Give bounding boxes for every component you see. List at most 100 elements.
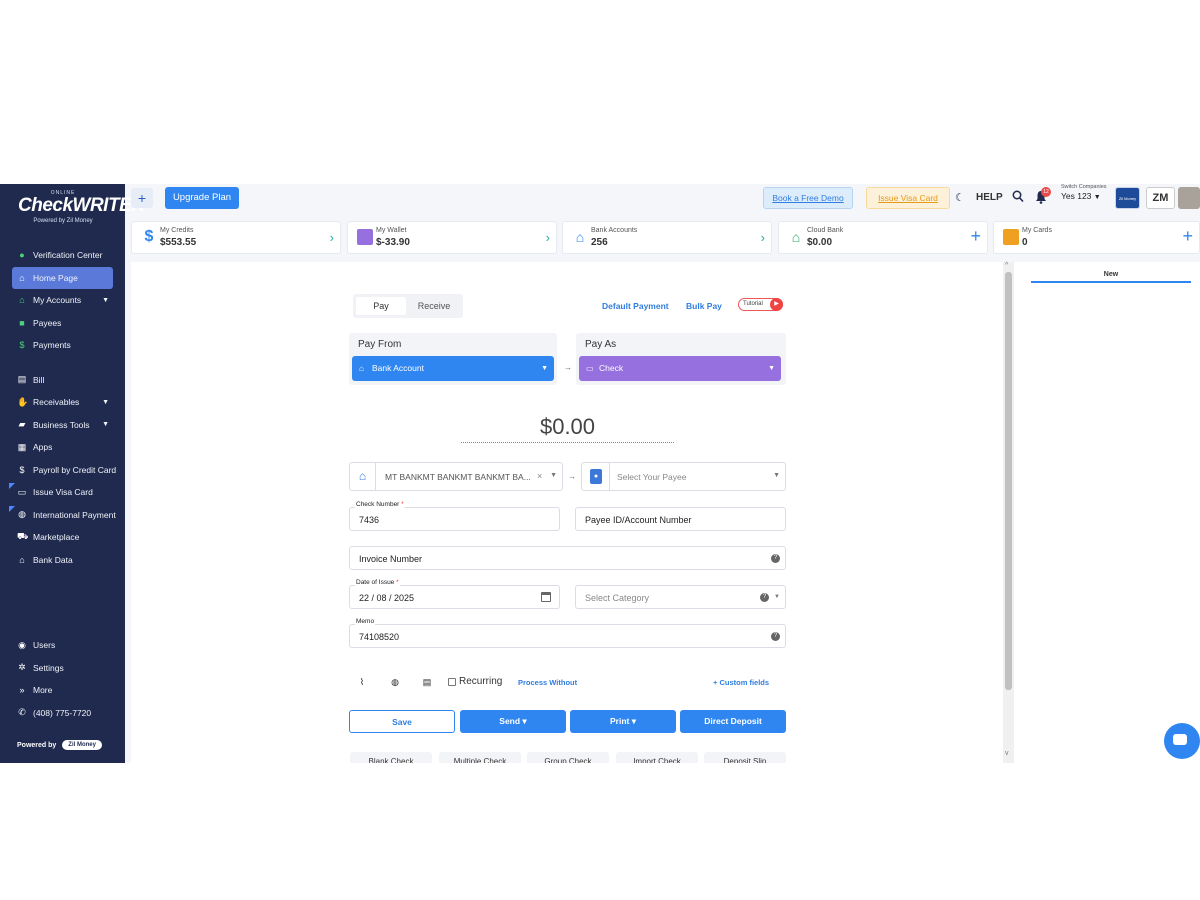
book-demo-button[interactable]: Book a Free Demo [763,187,853,209]
scroll-up-icon[interactable]: ^ [1005,262,1008,269]
scroll-down-icon[interactable]: v [1005,750,1009,757]
briefcase-icon: ▰ [18,419,26,430]
default-payment-link[interactable]: Default Payment [602,301,669,311]
scrollbar-thumb[interactable] [1005,272,1012,690]
sidebar-item-bank-data[interactable]: ⌂ Bank Data [0,549,125,572]
sidebar-item-my-accounts[interactable]: ⌂ My Accounts ▼ [0,289,125,312]
caret-down-icon: ▼ [774,594,780,600]
sidebar-item-users[interactable]: ◉ Users [0,634,125,657]
attachment-icon[interactable]: ⌇ [351,671,373,693]
sidebar-item-more[interactable]: » More [0,679,125,702]
chat-button[interactable] [1164,723,1200,759]
category-select[interactable]: Select Category ? ▼ [575,585,786,609]
chevron-right-icon[interactable]: › [761,230,765,245]
sidebar-item-issue-visa-card[interactable]: ▭ Issue Visa Card [0,481,125,504]
card-my-credits[interactable]: $ My Credits $553.55 › [131,221,341,254]
bulk-pay-link[interactable]: Bulk Pay [686,301,722,311]
upgrade-plan-button[interactable]: Upgrade Plan [165,187,239,209]
sidebar-item-payroll-by-credit-card[interactable]: $ Payroll by Credit Card [0,459,125,482]
sidebar-item-marketplace[interactable]: ⛟ Marketplace [0,526,125,549]
card-label: My Credits [160,227,194,234]
import-check-tab[interactable]: Import Check [616,752,698,763]
main-scrollbar[interactable]: ^ v [1003,262,1014,763]
invoice-number-field[interactable]: Invoice Number ? [349,546,786,570]
sidebar-item-label: Business Tools [33,419,90,430]
sidebar-item-receivables[interactable]: ✋ Receivables ▼ [0,391,125,414]
comment-icon[interactable]: ◍ [384,671,406,693]
phone-icon: ✆ [18,707,26,718]
custom-fields-link[interactable]: + Custom fields [713,678,769,687]
search-icon[interactable] [1012,190,1024,204]
arrow-right-icon: → [568,472,576,481]
memo-label: Memo [355,618,376,625]
sidebar-item-apps[interactable]: ▦ Apps [0,436,125,459]
plus-icon[interactable]: + [1182,226,1193,247]
card-cloud-bank[interactable]: ⌂ Cloud Bank $0.00 + [778,221,988,254]
play-icon: ▶ [770,298,783,311]
process-without-link[interactable]: Process Without [518,678,577,687]
table-icon[interactable]: ▤ [416,671,438,693]
sidebar-item-settings[interactable]: ✲ Settings [0,657,125,680]
save-button[interactable]: Save [349,710,455,733]
sidebar-item-payments[interactable]: $ Payments [0,334,125,357]
card-bank-accounts[interactable]: ⌂ Bank Accounts 256 › [562,221,772,254]
zil-money-badge[interactable]: Zil Money [62,740,102,750]
calendar-icon[interactable] [541,592,551,602]
arrow-right-icon: → [564,363,572,372]
sidebar-item-home-page[interactable]: ⌂ Home Page [12,266,113,289]
contact-icon: ● [590,469,602,484]
send-button[interactable]: Send ▾ [460,710,566,733]
direct-deposit-button[interactable]: Direct Deposit [680,710,786,733]
print-button[interactable]: Print ▾ [570,710,676,733]
sidebar-item-international-payment[interactable]: ◍ International Payment [0,504,125,527]
caret-down-icon: ▼ [541,365,548,372]
recurring-checkbox[interactable] [448,678,456,686]
chevron-right-icon[interactable]: › [546,230,550,245]
memo-field[interactable]: Memo 74108520 ? [349,618,786,648]
add-button[interactable]: + [131,188,153,208]
chevron-right-icon[interactable]: › [330,230,334,245]
clear-icon[interactable]: × [537,471,542,481]
memo-value: 74108520 [359,632,400,642]
pay-as-dropdown[interactable]: ▭ Check ▼ [579,356,781,381]
blank-check-tab[interactable]: Blank Check [350,752,432,763]
tab-new[interactable]: New [1031,271,1191,283]
user-initials-button[interactable]: ZM [1146,187,1175,209]
help-link[interactable]: HELP [976,192,1003,203]
date-of-issue-value: 22 / 08 / 2025 [359,593,415,603]
payee-id-field[interactable]: Payee ID/Account Number [575,507,786,531]
avatar[interactable] [1178,187,1200,209]
multiple-check-tab[interactable]: Multiple Check [439,752,521,763]
help-icon[interactable]: ? [771,632,780,641]
plus-icon[interactable]: + [970,226,981,247]
help-icon[interactable]: ? [771,554,780,563]
switch-company-dropdown[interactable]: Switch Companies Yes 123 ▼ [1061,184,1117,201]
pay-from-dropdown[interactable]: ⌂ Bank Account ▼ [352,356,554,381]
sidebar-item-bill[interactable]: ▤ Bill [0,369,125,392]
company-logo[interactable]: Zil Money [1115,187,1140,209]
sidebar-item-verification-center[interactable]: ● Verification Center [0,244,125,267]
tutorial-button[interactable]: Tutorial ▶ [738,298,783,311]
payee-select[interactable]: ● Select Your Payee ▼ [581,462,786,491]
check-number-field[interactable]: Check Number * 7436 [349,501,560,531]
issue-visa-card-button[interactable]: Issue Visa Card [866,187,950,209]
sidebar-item-phone[interactable]: ✆ (408) 775-7720 [0,702,125,725]
checkwriter-logo[interactable]: ONLINE CheckWRITER Powered by Zil Money [18,190,145,224]
bank-icon: ⌂ [350,463,376,490]
deposit-slip-tab[interactable]: Deposit Slip [704,752,786,763]
card-my-cards[interactable]: My Cards 0 + [993,221,1200,254]
card-my-wallet[interactable]: My Wallet $-33.90 › [347,221,557,254]
date-of-issue-field[interactable]: Date of Issue * 22 / 08 / 2025 [349,579,560,609]
sidebar-item-payees[interactable]: ■ Payees [0,312,125,335]
logo-powered-text: Powered by Zil Money [33,218,93,224]
hand-coin-icon: ✋ [17,396,29,407]
help-icon[interactable]: ? [760,593,769,602]
amount-input[interactable]: $0.00 [461,414,674,443]
sidebar-item-business-tools[interactable]: ▰ Business Tools ▼ [0,414,125,437]
tab-pay[interactable]: Pay [356,297,406,315]
notification-count-badge: 12 [1041,187,1051,197]
group-check-tab[interactable]: Group Check [527,752,609,763]
tab-receive[interactable]: Receive [409,297,459,315]
dark-mode-toggle-icon[interactable]: ☾ [955,191,965,204]
bank-account-select[interactable]: ⌂ MT BANKMT BANKMT BANKMT BA... × ▼ [349,462,563,491]
